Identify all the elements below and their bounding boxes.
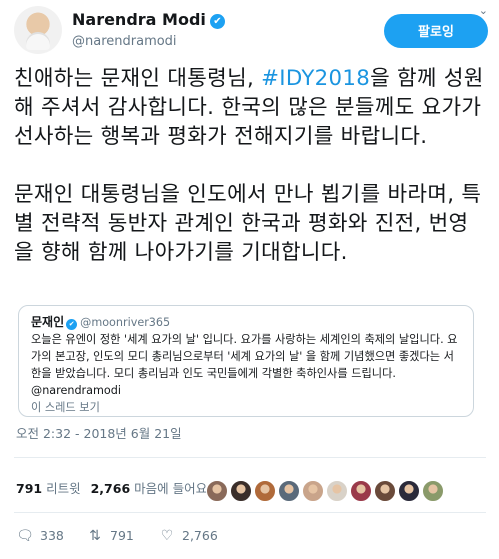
liker-avatar[interactable] (230, 480, 252, 502)
liker-avatar[interactable] (302, 480, 324, 502)
like-button[interactable]: ♡ 2,766 (158, 528, 218, 544)
verified-badge-icon: ✔ (209, 14, 225, 29)
liker-avatar[interactable] (326, 480, 348, 502)
tweet-p1-before: 친애하는 문재인 대통령님, (14, 66, 262, 91)
retweet-count: 791 (110, 528, 134, 543)
retweet-button[interactable]: ⇅ 791 (86, 528, 134, 544)
like-count: 2,766 (182, 528, 218, 543)
liker-avatar[interactable] (398, 480, 420, 502)
quoted-tweet-header: 문재인 ✔ @moonriver365 (31, 314, 461, 331)
reply-count: 338 (40, 528, 64, 543)
reply-button[interactable]: 🗨 338 (16, 528, 64, 544)
tweet-header: Narendra Modi ✔ @narendramodi ⌄ 팔로잉 (14, 4, 490, 56)
quoted-tweet[interactable]: 문재인 ✔ @moonriver365 오늘은 유엔이 정한 '세계 요가의 날' … (18, 305, 474, 417)
quoted-author-name: 문재인 (31, 315, 65, 329)
divider (14, 512, 486, 513)
liker-avatar[interactable] (374, 480, 396, 502)
reply-icon: 🗨 (16, 528, 34, 544)
tweet-paragraph-1: 친애하는 문재인 대통령님, #IDY2018을 함께 성원해 주셔서 감사합니… (14, 64, 486, 151)
author-avatar[interactable] (14, 6, 62, 54)
tweet-timestamp[interactable]: 오전 2:32 - 2018년 6월 21일 (16, 423, 182, 442)
tweet-paragraph-2: 문재인 대통령님을 인도에서 만나 뵙기를 바라며, 특별 전략적 동반자 관계… (14, 182, 482, 265)
liker-avatar[interactable] (350, 480, 372, 502)
quoted-tweet-text: 오늘은 유엔이 정한 '세계 요가의 날' 입니다. 요가를 사랑하는 세계인의… (31, 333, 458, 397)
show-thread-link[interactable]: 이 스레드 보기 (31, 399, 461, 416)
retweets-count[interactable]: 791 (16, 481, 42, 496)
heart-icon: ♡ (160, 528, 174, 544)
author-name-row[interactable]: Narendra Modi ✔ (72, 10, 225, 29)
likes-label[interactable]: 마음에 들어요 (134, 481, 207, 496)
liker-avatar[interactable] (206, 480, 228, 502)
quoted-author-handle: @moonriver365 (80, 316, 171, 329)
liker-avatar[interactable] (422, 480, 444, 502)
following-button[interactable]: 팔로잉 (384, 14, 488, 48)
retweets-label[interactable]: 리트윗 (46, 481, 81, 496)
quoted-verified-badge-icon: ✔ (66, 319, 78, 330)
divider (14, 457, 486, 458)
author-name[interactable]: Narendra Modi (72, 10, 206, 29)
tweet-text: 친애하는 문재인 대통령님, #IDY2018을 함께 성원해 주셔서 감사합니… (14, 64, 486, 296)
liker-avatar[interactable] (278, 480, 300, 502)
retweet-icon: ⇅ (89, 528, 101, 544)
engagement-stats: 791 리트윗 2,766 마음에 들어요 (16, 478, 217, 497)
liker-avatar[interactable] (254, 480, 276, 502)
likes-count[interactable]: 2,766 (91, 481, 131, 496)
chevron-down-icon[interactable]: ⌄ (479, 4, 488, 17)
author-handle[interactable]: @narendramodi (72, 34, 177, 49)
hashtag-link[interactable]: #IDY2018 (261, 66, 370, 91)
